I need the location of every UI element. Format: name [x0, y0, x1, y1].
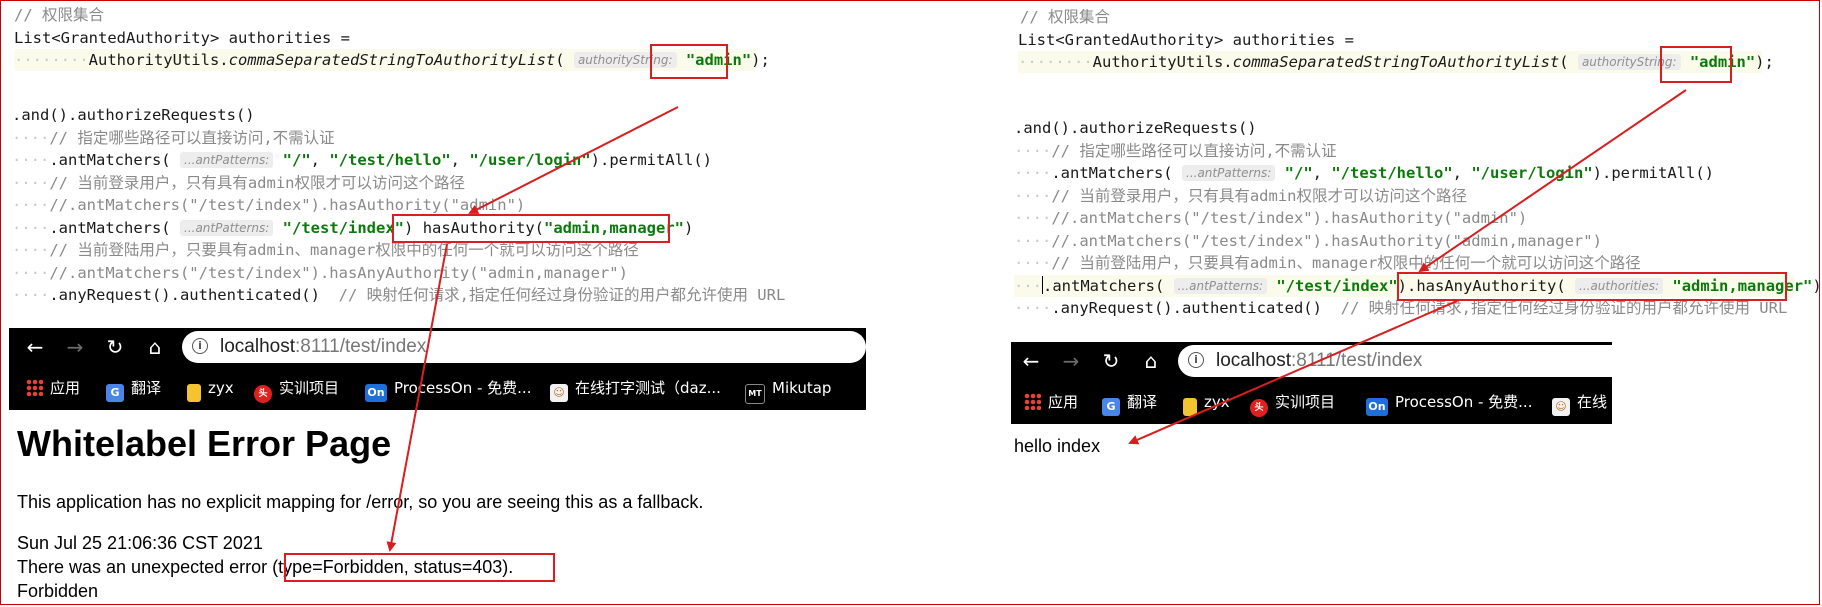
code-line-hasanyauthority: ···.antMatchers( ...antPatterns: "/test/… — [1014, 275, 1822, 297]
bookmark-translate[interactable]: G 翻译 — [1102, 391, 1157, 416]
translate-icon: G — [1102, 398, 1120, 416]
bookmarks-bar: 应用 G 翻译 . zyx 头实训项目 On ProcessOn - 免费... ☺ 在… — [1011, 380, 1612, 424]
bookmark-training[interactable]: 头实训项目 — [254, 377, 339, 403]
url-text: localhost:8111/test/index — [1216, 350, 1423, 371]
dazi-icon: ☺ — [1552, 398, 1570, 416]
apps-grid-icon — [1024, 393, 1041, 410]
code-comment: ····// 指定哪些路径可以直接访问,不需认证 — [12, 129, 335, 147]
code-line-list-decl: List<GrantedAuthority> authorities = — [1018, 31, 1354, 49]
folder-icon: . — [187, 384, 201, 402]
folder-icon: . — [1183, 398, 1197, 416]
address-bar[interactable]: i localhost:8111/test/index — [1178, 345, 1612, 377]
right-panel: // 权限集合 List<GrantedAuthority> authoriti… — [1000, 0, 1822, 607]
param-hint: authorityString: — [573, 52, 677, 68]
dazi-icon: ☺ — [550, 384, 568, 402]
code-line-hasauthority: ····.antMatchers( ...antPatterns: "/test… — [12, 219, 694, 237]
admin-manager-string: "admin,manager" — [544, 219, 684, 237]
param-hint: ...authorities: — [1575, 278, 1664, 294]
bookmark-mikutap[interactable]: MT Mikutap — [745, 377, 831, 404]
browser-toolbar: ← → ↻ ⌂ i localhost:8111/test/index — [1011, 342, 1612, 380]
browser-window: ← → ↻ ⌂ i localhost:8111/test/index 应用 G… — [9, 328, 866, 410]
param-hint: ...antPatterns: — [1173, 278, 1267, 294]
code-comment: // 权限集合 — [14, 6, 104, 24]
forward-icon[interactable]: → — [1058, 348, 1084, 374]
translate-icon: G — [106, 384, 124, 402]
code-line-commented: ····//.antMatchers("/test/index").hasAut… — [1014, 232, 1602, 250]
back-icon[interactable]: ← — [22, 334, 48, 360]
code-comment: ····// 当前登录用户，只有具有admin权限才可以访问这个路径 — [1014, 187, 1467, 205]
mikutap-icon: MT — [745, 384, 765, 404]
error-page-timestamp: Sun Jul 25 21:06:36 CST 2021 — [17, 533, 263, 553]
bookmark-zyx[interactable]: . zyx — [1183, 391, 1230, 416]
code-comment: ····// 当前登录用户，只有具有admin权限才可以访问这个路径 — [12, 174, 465, 192]
left-panel: // 权限集合 List<GrantedAuthority> authoriti… — [0, 0, 900, 607]
code-comment: ····// 当前登陆用户，只要具有admin、manager权限中的任何一个就… — [12, 241, 639, 259]
bookmark-zyx[interactable]: . zyx — [187, 377, 234, 402]
error-page-status-line: There was an unexpected error (type=Forb… — [17, 557, 514, 577]
param-hint: ...antPatterns: — [180, 152, 274, 168]
code-comment: ····// 当前登陆用户，只要具有admin、manager权限中的任何一个就… — [1014, 254, 1641, 272]
param-hint: ...antPatterns: — [180, 220, 274, 236]
toutiao-icon: 头 — [1250, 399, 1268, 417]
home-icon[interactable]: ⌂ — [142, 334, 168, 360]
code-comment: // 权限集合 — [1020, 8, 1110, 26]
code-line-authorize: .and().authorizeRequests() — [12, 106, 255, 124]
code-line-authutils: ········AuthorityUtils.commaSeparatedStr… — [14, 49, 770, 71]
forward-icon[interactable]: → — [62, 334, 88, 360]
error-page-forbidden: Forbidden — [17, 581, 99, 601]
bookmark-translate[interactable]: G 翻译 — [106, 377, 161, 402]
bookmarks-bar: 应用 G 翻译 . zyx 头实训项目 On ProcessOn - 免费... ☺ 在… — [9, 366, 866, 410]
code-line-permitall: ····.antMatchers( ...antPatterns: "/", "… — [12, 151, 712, 169]
code-line-authorize: .and().authorizeRequests() — [1014, 119, 1257, 137]
address-bar[interactable]: i localhost:8111/test/index — [182, 331, 866, 363]
bookmark-dazi[interactable]: ☺ 在线打字测试（daz... — [550, 377, 721, 402]
type-status-text: (type=Forbidden, status=403). — [272, 557, 514, 577]
bookmark-apps[interactable]: 应用 — [26, 377, 80, 399]
code-line-authutils: ········AuthorityUtils.commaSeparatedStr… — [1018, 51, 1774, 73]
home-icon[interactable]: ⌂ — [1138, 348, 1164, 374]
back-icon[interactable]: ← — [1018, 348, 1044, 374]
code-comment: ····// 指定哪些路径可以直接访问,不需认证 — [1014, 142, 1337, 160]
info-icon[interactable]: i — [192, 338, 208, 354]
code-line-anyrequest: ····.anyRequest().authenticated() // 映射任… — [12, 286, 786, 304]
admin-string: "admin" — [685, 51, 752, 69]
code-line-anyrequest: ····.anyRequest().authenticated() // 映射任… — [1014, 299, 1788, 317]
code-line-list-decl: List<GrantedAuthority> authorities = — [14, 29, 350, 47]
browser-window: ← → ↻ ⌂ i localhost:8111/test/index 应用 G… — [1011, 342, 1612, 424]
apps-grid-icon — [26, 379, 43, 396]
processon-icon: On — [1366, 398, 1388, 416]
code-line-commented: ····//.antMatchers("/test/index").hasAny… — [12, 264, 628, 282]
reload-icon[interactable]: ↻ — [1098, 348, 1124, 374]
bookmark-processon[interactable]: On ProcessOn - 免费... — [365, 377, 531, 402]
processon-icon: On — [365, 384, 387, 402]
admin-manager-string: "admin,manager" — [1672, 277, 1813, 295]
error-page-message: This application has no explicit mapping… — [17, 492, 704, 512]
url-text: localhost:8111/test/index — [220, 336, 427, 357]
browser-toolbar: ← → ↻ ⌂ i localhost:8111/test/index — [9, 328, 866, 366]
info-icon[interactable]: i — [1188, 352, 1204, 368]
reload-icon[interactable]: ↻ — [102, 334, 128, 360]
toutiao-icon: 头 — [254, 385, 272, 403]
bookmark-processon[interactable]: On ProcessOn - 免费... — [1366, 391, 1532, 416]
bookmark-apps[interactable]: 应用 — [1024, 391, 1078, 413]
admin-string: "admin" — [1689, 53, 1756, 71]
bookmark-dazi[interactable]: ☺ 在线 — [1552, 391, 1607, 416]
result-text: hello index — [1014, 436, 1101, 456]
param-hint: ...antPatterns: — [1182, 165, 1276, 181]
bookmark-training[interactable]: 头实训项目 — [1250, 391, 1335, 417]
code-line-commented: ····//.antMatchers("/test/index").hasAut… — [12, 196, 526, 214]
param-hint: authorityString: — [1577, 54, 1681, 70]
error-page-title: Whitelabel Error Page — [17, 423, 392, 464]
code-line-commented: ····//.antMatchers("/test/index").hasAut… — [1014, 209, 1528, 227]
code-line-permitall: ····.antMatchers( ...antPatterns: "/", "… — [1014, 164, 1714, 182]
